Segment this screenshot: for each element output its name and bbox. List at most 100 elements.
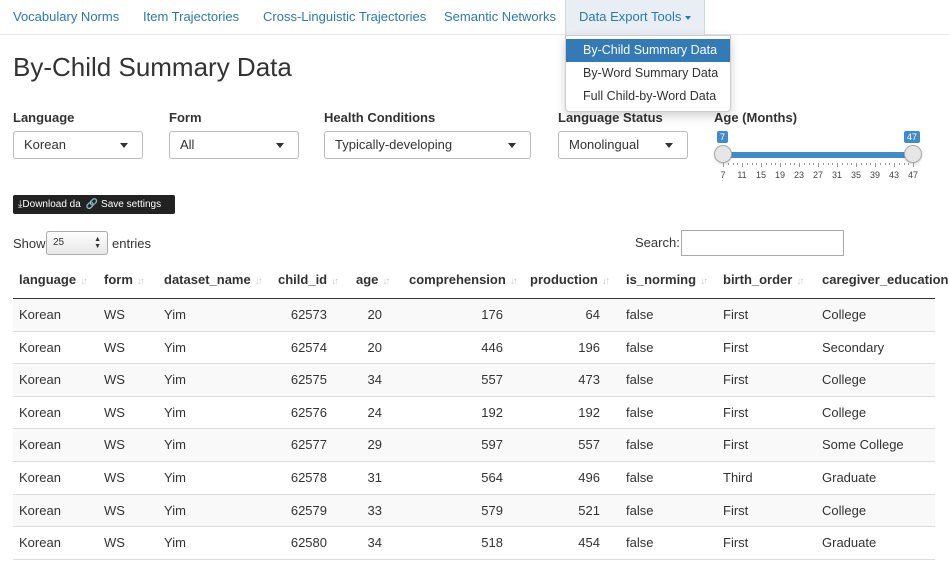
cell-is-norming: false <box>626 404 654 420</box>
page-title: By-Child Summary Data <box>13 52 292 82</box>
form-select[interactable]: All <box>169 131 299 159</box>
column-header-label: is_norming <box>626 272 697 287</box>
age-tick-label: 31 <box>831 170 842 180</box>
search-label: Search: <box>635 235 680 250</box>
cell-age: 33 <box>367 502 382 518</box>
table-row[interactable]: Korean WS Yim 62575 34 557 473 false First Colleg… <box>13 364 935 397</box>
nav-cross-linguistic-trajectories[interactable]: Cross-Linguistic Trajectories <box>263 0 426 35</box>
table-row[interactable]: Korean WS Yim 62576 24 192 192 false First Colleg… <box>13 397 935 430</box>
age-max-handle[interactable] <box>904 145 922 163</box>
form-label: Form <box>169 110 202 125</box>
cell-comprehension: 564 <box>481 469 503 485</box>
cell-language: Korean <box>19 307 61 322</box>
cell-caregiver-education: Some College <box>822 437 904 453</box>
age-minor-tick <box>751 163 753 165</box>
cell-birth-order: First <box>723 404 749 420</box>
column-header-birth-order[interactable]: birth_order ↓↑ <box>723 264 804 299</box>
cell-birth-order: First <box>723 372 749 388</box>
age-tick-label: 47 <box>907 170 918 180</box>
age-tick-mark <box>894 163 895 167</box>
cell-child-id: 62573 <box>290 307 327 322</box>
column-header-label: form <box>104 272 133 287</box>
age-max-bubble: 47 <box>904 131 921 143</box>
cell-caregiver-education: Graduate <box>822 469 877 485</box>
cell-language: Korean <box>19 437 61 453</box>
table-row[interactable]: Korean WS Yim 62577 29 597 557 false First Some C… <box>13 429 935 462</box>
nav-semantic-networks[interactable]: Semantic Networks <box>444 0 556 35</box>
save-settings-button[interactable]: 🔗 Save settings <box>81 195 161 214</box>
table-body: Korean WS Yim 62573 20 176 64 false First College… <box>13 299 935 560</box>
age-tick-label: 43 <box>888 170 899 180</box>
cell-birth-order: First <box>723 339 749 355</box>
column-header-dataset-name[interactable]: dataset_name ↓↑ <box>164 264 263 299</box>
age-tick-mark <box>856 163 857 167</box>
health-conditions-value: Typically-developing <box>335 137 453 152</box>
health-conditions-select[interactable]: Typically-developing <box>324 131 531 159</box>
column-header-child-id[interactable]: child_id ↓↑ <box>278 264 339 299</box>
nav-item-trajectories[interactable]: Item Trajectories <box>143 0 239 35</box>
cell-comprehension: 446 <box>481 339 503 355</box>
column-header-label: child_id <box>278 272 328 287</box>
download-label: Download da <box>22 199 81 210</box>
age-minor-tick <box>884 163 886 165</box>
cell-child-id: 62576 <box>290 404 327 420</box>
cell-production: 557 <box>578 437 600 453</box>
language-select[interactable]: Korean <box>13 131 143 159</box>
page-length-value: 25 <box>53 237 65 248</box>
nav-vocabulary-norms[interactable]: Vocabulary Norms <box>13 0 119 35</box>
cell-language: Korean <box>19 372 61 388</box>
table-row[interactable]: Korean WS Yim 62578 31 564 496 false Third Gradua… <box>13 462 935 495</box>
age-tick-label: 7 <box>720 170 726 180</box>
age-tick-label: 11 <box>737 170 747 180</box>
cell-language: Korean <box>19 469 61 485</box>
page-length-select[interactable]: 25 ▲ ▼ <box>46 231 108 255</box>
cell-form: WS <box>104 372 125 388</box>
cell-language: Korean <box>19 535 61 551</box>
dropdown-item-full-child-by-word[interactable]: Full Child-by-Word Data <box>566 85 730 108</box>
language-label: Language <box>13 110 75 125</box>
language-status-label: Language Status <box>558 110 663 125</box>
age-slider-track[interactable] <box>723 152 913 158</box>
age-tick-mark <box>742 163 743 167</box>
table-row[interactable]: Korean WS Yim 62573 20 176 64 false First College <box>13 299 935 332</box>
cell-form: WS <box>104 469 125 485</box>
cell-caregiver-education: College <box>822 404 867 420</box>
health-conditions-label: Health Conditions <box>324 110 436 125</box>
cell-age: 20 <box>367 307 382 322</box>
nav-data-export-tools[interactable]: Data Export Tools <box>565 0 706 35</box>
column-header-is-norming[interactable]: is_norming ↓↑ <box>626 264 708 299</box>
age-tick-mark <box>875 163 876 167</box>
column-header-comprehension[interactable]: comprehension ↓↑ <box>409 264 518 299</box>
sort-icon: ↓↑ <box>601 276 610 287</box>
search-input[interactable] <box>681 230 844 256</box>
link-icon: 🔗 <box>85 199 99 210</box>
table-row[interactable]: Korean WS Yim 62579 33 579 521 false First Colleg… <box>13 494 935 528</box>
dropdown-arrow-icon <box>276 143 284 148</box>
language-status-select[interactable]: Monolingual <box>558 131 688 159</box>
age-min-handle[interactable] <box>714 145 732 163</box>
cell-age: 29 <box>367 437 382 453</box>
column-header-label: dataset_name <box>164 272 251 287</box>
table-header: language ↓↑ form ↓↑ dataset_name ↓↑ child_id ↓↑… <box>13 264 948 299</box>
table-row[interactable]: Korean WS Yim 62580 34 518 454 false First Gradua… <box>13 527 935 560</box>
column-header-label: production <box>530 272 598 287</box>
cell-age: 34 <box>367 535 382 551</box>
cell-dataset-name: Yim <box>164 437 186 453</box>
age-tick-mark <box>723 163 724 167</box>
download-button[interactable]: ⤓Download da <box>13 195 81 214</box>
column-header-production[interactable]: production ↓↑ <box>530 264 610 299</box>
column-header-form[interactable]: form ↓↑ <box>104 264 145 299</box>
column-header-age[interactable]: age ↓↑ <box>356 264 390 299</box>
dropdown-item-by-word[interactable]: By-Word Summary Data <box>566 62 730 85</box>
age-tick-label: 19 <box>774 170 785 180</box>
dropdown-item-by-child[interactable]: By-Child Summary Data <box>566 39 730 62</box>
age-minor-tick <box>808 163 810 165</box>
cell-comprehension: 579 <box>481 502 503 518</box>
cell-is-norming: false <box>626 339 654 355</box>
column-header-caregiver-education[interactable]: caregiver_education↓↑ <box>822 264 949 299</box>
column-header-language[interactable]: language ↓↑ <box>19 264 88 299</box>
data-table: language ↓↑ form ↓↑ dataset_name ↓↑ child_id ↓↑… <box>13 264 948 560</box>
table-row[interactable]: Korean WS Yim 62574 20 446 196 false First Second… <box>13 332 935 365</box>
age-minor-tick <box>851 163 853 165</box>
cell-child-id: 62579 <box>290 502 327 518</box>
